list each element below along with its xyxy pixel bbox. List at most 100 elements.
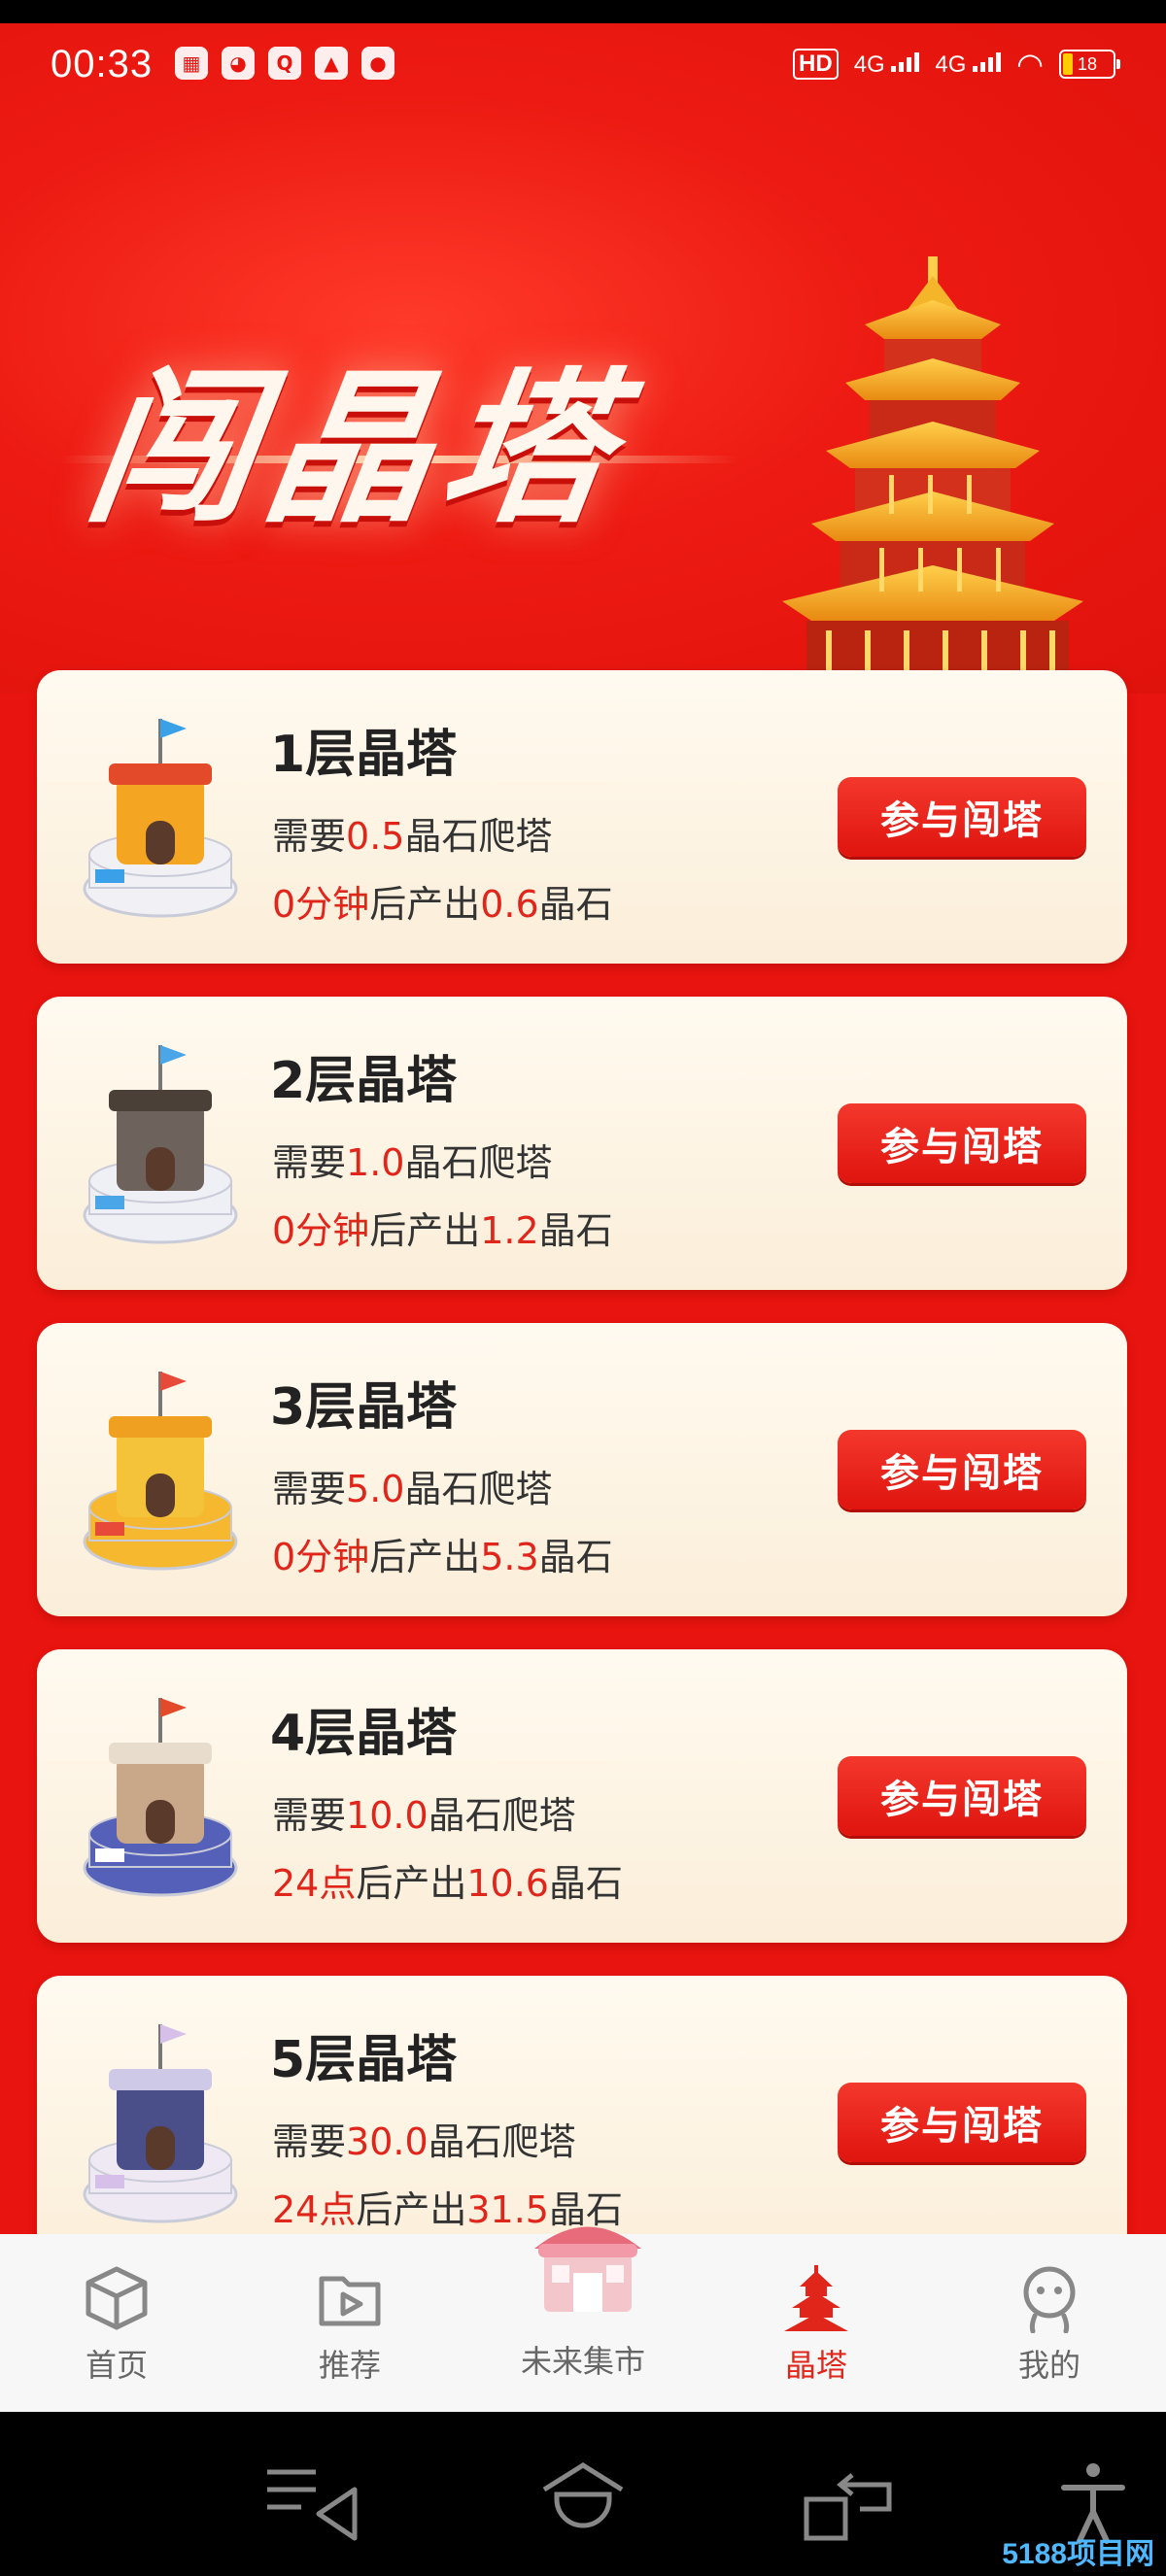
game-app-icon: ▲ [315, 47, 348, 80]
output-suffix: 晶石 [538, 1209, 613, 1252]
output-prefix: 后产出 [369, 1209, 481, 1252]
tower-card: 3层晶塔 需要5.0晶石爬塔 0分钟后产出5.3晶石 参与闯塔 [37, 1323, 1127, 1616]
avatar-app-icon: ● [361, 47, 394, 80]
cost-value: 1.0 [346, 1141, 405, 1184]
recent-apps-icon[interactable] [802, 2460, 909, 2548]
app-notification-icon: ▦ [175, 47, 208, 80]
castle-gray-icon [83, 1045, 238, 1244]
menu-back-icon[interactable] [262, 2460, 369, 2548]
play-folder-icon [319, 2276, 381, 2326]
pagoda-illustration [782, 256, 1083, 703]
notification-icons: ▦ ◕ Q ▲ ● [175, 47, 394, 80]
output-time: 0分钟 [272, 883, 370, 926]
bottom-tab-bar: 首页 推荐 未来集市 晶塔 我的 [0, 2226, 1166, 2412]
cost-prefix: 需要 [272, 1141, 347, 1184]
tower-cost: 需要30.0晶石爬塔 [272, 2112, 576, 2165]
join-tower-button[interactable]: 参与闯塔 [838, 777, 1086, 857]
tower-title: 4层晶塔 [270, 1705, 458, 1763]
tower-cost: 需要1.0晶石爬塔 [272, 1133, 552, 1186]
tower-title: 2层晶塔 [270, 1052, 458, 1110]
cost-prefix: 需要 [272, 1794, 347, 1837]
cost-value: 5.0 [346, 1468, 405, 1510]
tab-tower-label: 晶塔 [784, 2347, 847, 2384]
battery-icon: 18 [1059, 50, 1120, 79]
wifi-icon: ◠ [1016, 47, 1044, 82]
tower-title: 5层晶塔 [270, 2031, 458, 2089]
tower-cost: 需要0.5晶石爬塔 [272, 806, 552, 860]
output-value: 5.3 [480, 1536, 539, 1578]
cost-suffix: 晶石爬塔 [404, 1468, 553, 1510]
output-prefix: 后产出 [369, 1536, 481, 1578]
tab-mine-label: 我的 [1017, 2347, 1080, 2384]
output-time: 0分钟 [272, 1209, 370, 1252]
tower-title: 3层晶塔 [270, 1378, 458, 1437]
tower-card: 4层晶塔 需要10.0晶石爬塔 24点后产出10.6晶石 参与闯塔 [37, 1649, 1127, 1943]
tab-recommend[interactable]: 推荐 [233, 2234, 466, 2412]
cost-suffix: 晶石爬塔 [428, 2120, 576, 2163]
tower-card: 1层晶塔 需要0.5晶石爬塔 0分钟后产出0.6晶石 参与闯塔 [37, 670, 1127, 964]
output-prefix: 后产出 [369, 883, 481, 926]
castle-gold-icon [83, 1372, 238, 1571]
output-suffix: 晶石 [538, 883, 613, 926]
output-prefix: 后产出 [356, 2188, 467, 2231]
cost-value: 30.0 [346, 2120, 429, 2163]
cost-prefix: 需要 [272, 815, 347, 858]
castle-purple-icon [83, 2024, 238, 2223]
join-tower-button[interactable]: 参与闯塔 [838, 1103, 1086, 1183]
output-time: 24点 [272, 2188, 357, 2231]
signal-icon-1: 4G [854, 51, 920, 79]
output-prefix: 后产出 [356, 1862, 467, 1905]
castle-orange-icon [83, 719, 238, 918]
system-status-icons: HD 4G 4G ◠ 18 [793, 47, 1120, 82]
output-suffix: 晶石 [548, 1862, 623, 1905]
cost-suffix: 晶石爬塔 [404, 815, 553, 858]
page-title: 闯晶塔 [76, 354, 634, 546]
tab-market[interactable]: 未来集市 [466, 2226, 700, 2412]
watermark: 5188项目网 [1002, 2538, 1154, 2570]
qq-icon: ◕ [222, 47, 255, 80]
tab-recommend-label: 推荐 [318, 2347, 381, 2384]
tower-output: 0分钟后产出5.3晶石 [272, 1527, 613, 1580]
cost-value: 0.5 [346, 815, 405, 858]
tower-cost: 需要10.0晶石爬塔 [272, 1785, 576, 1839]
tab-tower[interactable]: 晶塔 [700, 2234, 933, 2412]
cost-value: 10.0 [346, 1794, 429, 1837]
output-value: 10.6 [466, 1862, 549, 1905]
signal-icon-2: 4G [935, 51, 1002, 79]
output-suffix: 晶石 [538, 1536, 613, 1578]
hero-banner: 闯晶塔 [0, 23, 1166, 703]
tower-card: 2层晶塔 需要1.0晶石爬塔 0分钟后产出1.2晶石 参与闯塔 [37, 997, 1127, 1290]
user-face-icon [1023, 2266, 1076, 2333]
join-tower-button[interactable]: 参与闯塔 [838, 1430, 1086, 1509]
home-nav-icon[interactable] [530, 2460, 636, 2548]
system-nav-bar: 5188项目网 [0, 2412, 1166, 2576]
tab-market-label: 未来集市 [520, 2343, 645, 2380]
cost-suffix: 晶石爬塔 [428, 1794, 576, 1837]
search-app-icon: Q [268, 47, 301, 80]
status-bar: 00:33 ▦ ◕ Q ▲ ● HD 4G 4G ◠ 18 [0, 23, 1166, 117]
tower-output: 24点后产出10.6晶石 [272, 1853, 623, 1907]
store-icon [534, 2226, 641, 2312]
hd-icon: HD [793, 49, 839, 80]
tower-output: 0分钟后产出1.2晶石 [272, 1201, 613, 1254]
output-value: 1.2 [480, 1209, 539, 1252]
castle-blue-icon [83, 1698, 238, 1897]
tab-mine[interactable]: 我的 [933, 2234, 1166, 2412]
cube-icon [86, 2266, 148, 2330]
tower-output: 0分钟后产出0.6晶石 [272, 874, 613, 928]
join-tower-button[interactable]: 参与闯塔 [838, 2083, 1086, 2162]
cost-suffix: 晶石爬塔 [404, 1141, 553, 1184]
tower-title: 1层晶塔 [270, 726, 458, 784]
cost-prefix: 需要 [272, 2120, 347, 2163]
join-tower-button[interactable]: 参与闯塔 [838, 1756, 1086, 1836]
tab-home[interactable]: 首页 [0, 2234, 233, 2412]
tower-cost: 需要5.0晶石爬塔 [272, 1459, 552, 1512]
tower-icon [784, 2265, 848, 2331]
cost-prefix: 需要 [272, 1468, 347, 1510]
output-time: 24点 [272, 1862, 357, 1905]
status-time: 00:33 [51, 43, 154, 85]
tab-home-label: 首页 [85, 2347, 148, 2384]
output-value: 0.6 [480, 883, 539, 926]
output-time: 0分钟 [272, 1536, 370, 1578]
top-black-strip [0, 0, 1166, 23]
